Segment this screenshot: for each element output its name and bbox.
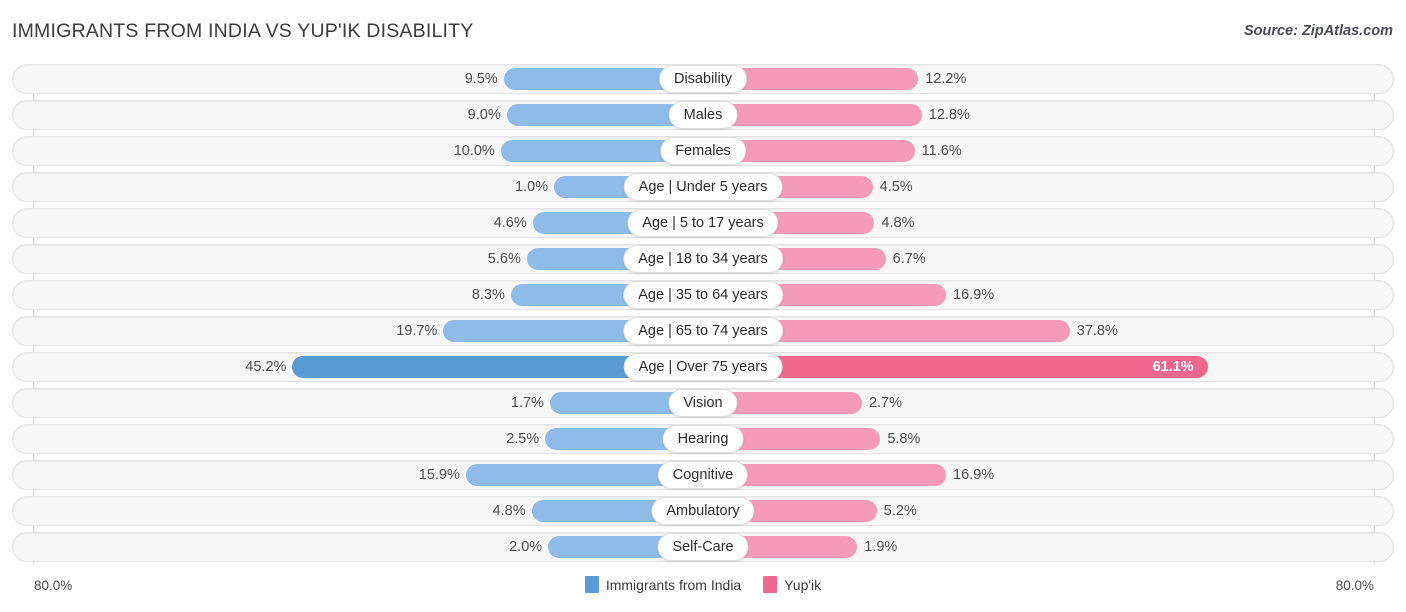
chart-row: 9.5% 12.2% Disability bbox=[0, 64, 1406, 94]
value-label-right: 16.9% bbox=[953, 467, 995, 483]
value-label-left: 19.7% bbox=[396, 323, 438, 339]
chart-row: 5.6% 6.7% Age | 18 to 34 years bbox=[0, 244, 1406, 274]
value-label-left: 15.9% bbox=[418, 467, 460, 483]
chart-row: 1.7% 2.7% Vision bbox=[0, 388, 1406, 418]
value-label-left: 1.7% bbox=[510, 395, 544, 411]
value-label-left: 5.6% bbox=[487, 251, 521, 267]
chart-row: 15.9% 16.9% Cognitive bbox=[0, 460, 1406, 490]
value-label-left: 45.2% bbox=[245, 359, 287, 375]
chart-row: 9.0% 12.8% Males bbox=[0, 100, 1406, 130]
category-label-pill[interactable]: Age | 5 to 17 years bbox=[627, 209, 779, 237]
value-label-right: 16.9% bbox=[953, 287, 995, 303]
chart-row: 2.0% 1.9% Self-Care bbox=[0, 532, 1406, 562]
chart-legend: Immigrants from India Yup'ik bbox=[0, 576, 1406, 593]
value-label-right: 5.2% bbox=[883, 503, 917, 519]
chart-row: 19.7% 37.8% Age | 65 to 74 years bbox=[0, 316, 1406, 346]
category-label-pill[interactable]: Vision bbox=[668, 389, 738, 417]
chart-row: 10.0% 11.6% Females bbox=[0, 136, 1406, 166]
chart-row: 2.5% 5.8% Hearing bbox=[0, 424, 1406, 454]
value-label-right: 11.6% bbox=[921, 143, 962, 159]
category-label-pill[interactable]: Age | 18 to 34 years bbox=[623, 245, 783, 273]
value-label-right: 4.5% bbox=[879, 179, 913, 195]
value-label-left: 2.5% bbox=[506, 431, 540, 447]
category-label-pill[interactable]: Females bbox=[660, 137, 746, 165]
category-label-pill[interactable]: Ambulatory bbox=[651, 497, 755, 525]
value-label-right: 1.9% bbox=[864, 539, 898, 555]
value-label-left: 2.0% bbox=[509, 539, 543, 555]
legend-swatch-icon bbox=[584, 576, 599, 593]
legend-label: Yup'ik bbox=[784, 576, 822, 593]
value-label-left: 10.0% bbox=[453, 143, 495, 159]
value-label-right: 12.8% bbox=[928, 107, 970, 123]
legend-label: Immigrants from India bbox=[605, 576, 742, 593]
chart-row: 4.8% 5.2% Ambulatory bbox=[0, 496, 1406, 526]
value-label-left: 9.0% bbox=[467, 107, 501, 123]
chart-row: 8.3% 16.9% Age | 35 to 64 years bbox=[0, 280, 1406, 310]
legend-item[interactable]: Yup'ik bbox=[763, 576, 821, 593]
value-label-right: 37.8% bbox=[1076, 323, 1118, 339]
page-title: IMMIGRANTS FROM INDIA VS YUP'IK DISABILI… bbox=[12, 20, 474, 42]
category-label-pill[interactable]: Age | Over 75 years bbox=[623, 353, 783, 381]
category-label-pill[interactable]: Self-Care bbox=[657, 533, 749, 561]
chart-row: 1.0% 4.5% Age | Under 5 years bbox=[0, 172, 1406, 202]
value-label-right: 4.8% bbox=[881, 215, 915, 231]
source-attribution: Source: ZipAtlas.com bbox=[1243, 23, 1393, 39]
category-label-pill[interactable]: Age | 35 to 64 years bbox=[623, 281, 783, 309]
category-label-pill[interactable]: Males bbox=[668, 101, 738, 129]
legend-swatch-icon bbox=[763, 576, 778, 593]
category-label-pill[interactable]: Age | Under 5 years bbox=[623, 173, 783, 201]
chart-row: 45.2% 61.1% Age | Over 75 years bbox=[0, 352, 1406, 382]
value-label-left: 4.6% bbox=[493, 215, 527, 231]
chart-page: IMMIGRANTS FROM INDIA VS YUP'IK DISABILI… bbox=[0, 0, 1406, 612]
value-label-right: 2.7% bbox=[868, 395, 903, 411]
chart-row: 4.6% 4.8% Age | 5 to 17 years bbox=[0, 208, 1406, 238]
value-label-left: 9.5% bbox=[464, 71, 498, 87]
chart-footer: 80.0% 80.0% Immigrants from India Yup'ik bbox=[0, 574, 1406, 612]
category-label-pill[interactable]: Age | 65 to 74 years bbox=[623, 317, 783, 345]
legend-item[interactable]: Immigrants from India bbox=[584, 576, 742, 593]
value-label-right: 5.8% bbox=[887, 431, 921, 447]
category-label-pill[interactable]: Cognitive bbox=[657, 461, 749, 489]
category-label-pill[interactable]: Hearing bbox=[662, 425, 744, 453]
chart-plot-area: 9.5% 12.2% Disability 9.0% 12.8% Males 10.0% 11… bbox=[0, 64, 1406, 572]
chart-rows: 9.5% 12.2% Disability 9.0% 12.8% Males 10.0% 11… bbox=[0, 64, 1406, 568]
value-label-left: 4.8% bbox=[492, 503, 526, 519]
category-label-pill[interactable]: Disability bbox=[658, 65, 748, 93]
value-label-right: 6.7% bbox=[892, 251, 926, 267]
value-label-left: 1.0% bbox=[515, 179, 549, 195]
value-label-right: 12.2% bbox=[925, 71, 967, 87]
value-label-left: 8.3% bbox=[471, 287, 505, 303]
